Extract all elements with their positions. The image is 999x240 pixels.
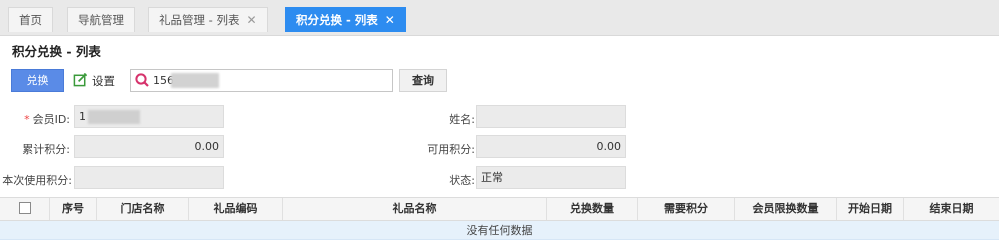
column-header[interactable]: 开始日期 <box>837 198 904 220</box>
settings-label: 设置 <box>92 74 115 88</box>
redacted-member-id <box>88 110 140 124</box>
name-label: 姓名: <box>449 113 475 126</box>
tab-label: 礼品管理 - 列表 <box>159 13 240 27</box>
tab-gift-management-list[interactable]: 礼品管理 - 列表 ✕ <box>148 7 268 32</box>
status-field: 正常 <box>476 166 626 189</box>
name-field[interactable] <box>476 105 626 128</box>
exchange-button[interactable]: 兑换 <box>11 69 64 92</box>
required-mark: * <box>24 113 30 126</box>
edit-icon <box>73 72 88 87</box>
member-id-field[interactable]: 1 <box>74 105 224 128</box>
tab-label: 积分兑换 - 列表 <box>296 13 378 27</box>
column-header[interactable]: 礼品编码 <box>189 198 283 220</box>
available-points-label: 可用积分: <box>427 143 475 156</box>
member-id-label-text: 会员ID: <box>32 113 70 126</box>
column-header[interactable]: 兑换数量 <box>547 198 638 220</box>
page-title: 积分兑换 - 列表 <box>12 44 101 59</box>
table-header: 序号 门店名称 礼品编码 礼品名称 兑换数量 需要积分 会员限换数量 开始日期 … <box>0 197 999 221</box>
column-header[interactable]: 门店名称 <box>97 198 189 220</box>
column-header[interactable]: 序号 <box>50 198 97 220</box>
search-box[interactable] <box>130 69 393 92</box>
member-id-label: * 会员ID: <box>12 111 70 127</box>
settings-button[interactable]: 设置 <box>73 70 115 92</box>
redacted-search-text <box>171 73 219 88</box>
tab-label: 首页 <box>19 13 42 27</box>
tab-home[interactable]: 首页 <box>8 7 53 32</box>
select-all-cell <box>0 198 50 220</box>
tab-label: 导航管理 <box>78 13 124 27</box>
tab-navigation-management[interactable]: 导航管理 <box>67 7 135 32</box>
select-all-checkbox[interactable] <box>18 202 31 214</box>
total-points-field: 0.00 <box>74 135 224 158</box>
tab-points-exchange-list[interactable]: 积分兑换 - 列表 ✕ <box>285 7 406 32</box>
column-header[interactable]: 礼品名称 <box>283 198 547 220</box>
search-icon <box>135 73 149 87</box>
empty-table-message: 没有任何数据 <box>0 221 999 240</box>
query-button[interactable]: 查询 <box>399 69 447 92</box>
status-label: 状态: <box>449 174 475 187</box>
total-points-label: 累计积分: <box>22 143 70 156</box>
available-points-field: 0.00 <box>476 135 626 158</box>
column-header[interactable]: 会员限换数量 <box>735 198 837 220</box>
column-header[interactable]: 结束日期 <box>904 198 999 220</box>
member-id-value: 1 <box>79 110 86 123</box>
use-points-field[interactable] <box>74 166 224 189</box>
tab-bar: 首页 导航管理 礼品管理 - 列表 ✕ 积分兑换 - 列表 ✕ <box>0 0 999 36</box>
column-header[interactable]: 需要积分 <box>638 198 735 220</box>
use-points-label: 本次使用积分: <box>2 174 72 187</box>
close-icon[interactable]: ✕ <box>246 8 256 33</box>
close-icon[interactable]: ✕ <box>385 8 395 33</box>
